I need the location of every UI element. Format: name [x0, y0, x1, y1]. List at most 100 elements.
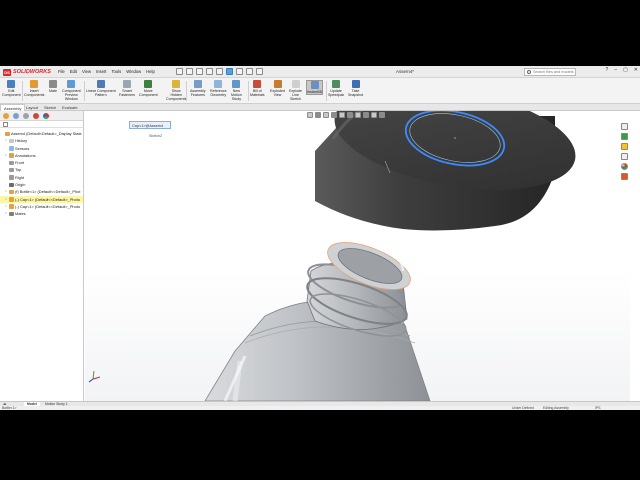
menu-window[interactable]: Window	[126, 68, 141, 76]
menu-file[interactable]: File	[58, 68, 65, 76]
feature-tree-icon[interactable]	[3, 113, 9, 119]
tab-sketch[interactable]: Sketch	[41, 104, 59, 111]
zoom-area-icon[interactable]	[315, 112, 321, 118]
rebuild-icon[interactable]	[236, 68, 243, 75]
menu-view[interactable]: View	[82, 68, 91, 76]
help-icon[interactable]: ?	[606, 67, 609, 73]
tree-node[interactable]: > Mates	[0, 210, 83, 217]
section-view-icon[interactable]	[331, 112, 337, 118]
resources-icon[interactable]	[621, 123, 628, 130]
expand-toggle-icon[interactable]	[5, 176, 8, 179]
file-explorer-icon[interactable]	[621, 143, 628, 150]
property-manager-icon[interactable]	[13, 113, 19, 119]
undo-icon[interactable]	[216, 68, 223, 75]
breadcrumb-item[interactable]: Cap<1>@Assem4	[129, 121, 171, 129]
show-hidden-button[interactable]: Show Hidden Components	[166, 80, 186, 102]
bill-of-materials-button[interactable]: Bill of Materials	[250, 80, 265, 97]
new-motion-study-button[interactable]: New Motion Study	[231, 80, 242, 102]
expand-toggle-icon[interactable]	[5, 183, 8, 186]
new-document-icon[interactable]	[176, 68, 183, 75]
tree-node[interactable]: > History	[0, 137, 83, 144]
print-icon[interactable]	[206, 68, 213, 75]
options-gear-icon[interactable]	[256, 68, 263, 75]
dimxpert-icon[interactable]	[33, 113, 39, 119]
menu-tools[interactable]: Tools	[111, 68, 121, 76]
instant3d-button[interactable]: Instant3D	[306, 80, 324, 96]
minimize-icon[interactable]: –	[614, 67, 617, 73]
maximize-icon[interactable]: ▢	[623, 67, 628, 73]
status-units[interactable]: IPS	[595, 406, 600, 410]
move-component-button[interactable]: Move Component	[139, 80, 158, 97]
insert-components-button[interactable]: Insert Components	[24, 80, 44, 97]
expand-toggle-icon[interactable]: >	[5, 153, 8, 157]
search-input[interactable]: Search files and models	[524, 68, 576, 76]
assembly-features-button[interactable]: Assembly Features	[190, 80, 206, 97]
save-icon[interactable]	[196, 68, 203, 75]
ds-logo-icon: DS	[3, 68, 11, 76]
view-settings-icon[interactable]	[379, 112, 385, 118]
expand-toggle-icon[interactable]	[5, 161, 8, 164]
graphics-area[interactable]: Cap<1>@Assem4 Sketch2	[85, 111, 630, 401]
appearances-icon[interactable]	[621, 163, 628, 170]
assembly-model[interactable]	[85, 111, 630, 401]
select-icon[interactable]	[226, 68, 233, 75]
zoom-to-fit-icon[interactable]	[307, 112, 313, 118]
display-style-icon[interactable]	[347, 112, 353, 118]
tree-node[interactable]: Front	[0, 159, 83, 166]
menu-insert[interactable]: Insert	[96, 68, 106, 76]
menu-edit[interactable]: Edit	[70, 68, 77, 76]
expand-toggle-icon[interactable]: >	[5, 212, 8, 215]
open-icon[interactable]	[186, 68, 193, 75]
expand-toggle-icon[interactable]	[5, 168, 8, 171]
close-icon[interactable]: ✕	[634, 67, 638, 73]
take-snapshot-button[interactable]: Take Snapshot	[348, 80, 363, 97]
edit-appearance-icon[interactable]	[363, 112, 369, 118]
menu-help[interactable]: Help	[146, 68, 155, 76]
expand-toggle-icon[interactable]: >	[5, 190, 8, 193]
update-speedpak-button[interactable]: Update Speedpak	[328, 80, 344, 97]
exploded-view-button[interactable]: Exploded View	[270, 80, 285, 97]
expand-toggle-icon[interactable]	[5, 147, 8, 150]
brand-name: SOLIDWORKS	[13, 69, 51, 75]
expand-toggle-icon[interactable]: >	[5, 197, 8, 201]
explode-line-sketch-button[interactable]: Explode Line Sketch	[289, 80, 302, 102]
tree-root-assembly[interactable]: Assem4 (Default<Default>_Display State 1…	[0, 130, 83, 137]
tree-node[interactable]: Right	[0, 174, 83, 181]
view-orientation-icon[interactable]	[339, 112, 345, 118]
tree-filter[interactable]	[0, 121, 83, 128]
expand-toggle-icon[interactable]: >	[5, 204, 8, 208]
expand-toggle-icon[interactable]	[1, 132, 4, 135]
previous-view-icon[interactable]	[323, 112, 329, 118]
edit-component-button[interactable]: Edit Component	[2, 80, 21, 97]
title-bar: DS SOLIDWORKS File Edit View Insert Tool…	[0, 66, 640, 78]
view-palette-icon[interactable]	[621, 153, 628, 160]
tab-layout[interactable]: Layout	[23, 104, 41, 111]
tree-node[interactable]: > (-) Cap<1> (Default<<Default>_Photo	[0, 203, 83, 210]
assembly-features-label: Assembly Features	[190, 89, 206, 98]
tree-item-label: Top	[15, 167, 22, 173]
tree-node[interactable]: Sensors	[0, 145, 83, 152]
reference-geometry-button[interactable]: Reference Geometry	[210, 80, 227, 97]
custom-properties-icon[interactable]	[621, 173, 628, 180]
file-properties-icon[interactable]	[246, 68, 253, 75]
mate-button[interactable]: Mate	[49, 80, 57, 93]
update-speedpak-icon	[332, 80, 341, 88]
tree-node[interactable]: Origin	[0, 181, 83, 188]
cap[interactable]	[315, 111, 583, 231]
component-preview-button[interactable]: Component Preview Window	[62, 80, 81, 102]
display-manager-icon[interactable]	[43, 113, 49, 119]
linear-pattern-button[interactable]: Linear Component Pattern	[86, 80, 116, 97]
tree-node[interactable]: > Annotations	[0, 152, 83, 159]
tab-assembly[interactable]: Assembly	[0, 104, 26, 111]
breadcrumb-sketch[interactable]: Sketch2	[149, 132, 162, 140]
tree-node[interactable]: > (f) Bottle<1> (Default<<Default>_Phot	[0, 188, 83, 195]
apply-scene-icon[interactable]	[371, 112, 377, 118]
tab-evaluate[interactable]: Evaluate	[59, 104, 81, 111]
tree-node[interactable]: > (-) Cap<1> (Default<<Default>_Photo	[0, 195, 83, 203]
hide-show-items-icon[interactable]	[355, 112, 361, 118]
smart-fasteners-button[interactable]: Smart Fasteners	[119, 80, 135, 97]
tree-node[interactable]: Top	[0, 166, 83, 173]
design-library-icon[interactable]	[621, 133, 628, 140]
expand-toggle-icon[interactable]: >	[5, 139, 8, 142]
configuration-manager-icon[interactable]	[23, 113, 29, 119]
